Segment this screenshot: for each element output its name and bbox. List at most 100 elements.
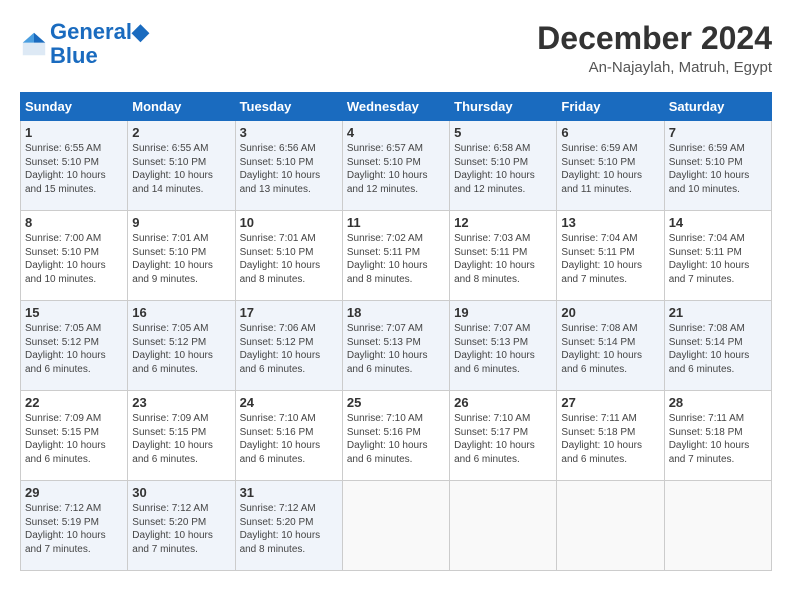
day-info: Sunrise: 7:12 AM Sunset: 5:19 PM Dayligh… (25, 502, 123, 556)
day-number: 10 (240, 215, 338, 230)
calendar-cell: 24 Sunrise: 7:10 AM Sunset: 5:16 PM Dayli… (235, 391, 342, 481)
calendar-cell: 2 Sunrise: 6:55 AM Sunset: 5:10 PM Daylig… (128, 121, 235, 211)
day-info: Sunrise: 6:59 AM Sunset: 5:10 PM Dayligh… (669, 142, 767, 196)
calendar-cell: 21Sunrise: 7:08 AM Sunset: 5:14 PM Dayli… (664, 301, 771, 391)
calendar-cell: 15 Sunrise: 7:05 AM Sunset: 5:12 PM Dayli… (21, 301, 128, 391)
day-info: Sunrise: 7:06 AM Sunset: 5:12 PM Dayligh… (240, 322, 338, 376)
calendar-week-row: 15 Sunrise: 7:05 AM Sunset: 5:12 PM Dayli… (21, 301, 772, 391)
day-info: Sunrise: 6:55 AM Sunset: 5:10 PM Dayligh… (132, 142, 230, 196)
calendar-cell (342, 481, 449, 571)
day-number: 22 (25, 395, 123, 410)
calendar-cell: 5 Sunrise: 6:58 AM Sunset: 5:10 PM Daylig… (450, 121, 557, 211)
calendar-body: 1 Sunrise: 6:55 AM Sunset: 5:10 PM Daylig… (21, 121, 772, 571)
day-info: Sunrise: 7:05 AM Sunset: 5:12 PM Dayligh… (25, 322, 123, 376)
calendar-cell (664, 481, 771, 571)
day-number: 18 (347, 305, 445, 320)
day-info: Sunrise: 7:00 AM Sunset: 5:10 PM Dayligh… (25, 232, 123, 286)
day-info: Sunrise: 7:02 AM Sunset: 5:11 PM Dayligh… (347, 232, 445, 286)
day-info: Sunrise: 7:11 AM Sunset: 5:18 PM Dayligh… (669, 412, 767, 466)
day-info: Sunrise: 7:12 AM Sunset: 5:20 PM Dayligh… (132, 502, 230, 556)
day-number: 31 (240, 485, 338, 500)
day-number: 2 (132, 125, 230, 140)
day-number: 24 (240, 395, 338, 410)
day-number: 5 (454, 125, 552, 140)
calendar-cell: 10 Sunrise: 7:01 AM Sunset: 5:10 PM Dayli… (235, 211, 342, 301)
weekday-header: Wednesday (342, 93, 449, 121)
calendar-cell: 9 Sunrise: 7:01 AM Sunset: 5:10 PM Daylig… (128, 211, 235, 301)
calendar-cell: 8 Sunrise: 7:00 AM Sunset: 5:10 PM Daylig… (21, 211, 128, 301)
day-number: 21 (669, 305, 767, 320)
day-info: Sunrise: 6:58 AM Sunset: 5:10 PM Dayligh… (454, 142, 552, 196)
calendar-cell: 25 Sunrise: 7:10 AM Sunset: 5:16 PM Dayli… (342, 391, 449, 481)
calendar-week-row: 1 Sunrise: 6:55 AM Sunset: 5:10 PM Daylig… (21, 121, 772, 211)
day-number: 13 (561, 215, 659, 230)
calendar-cell: 17 Sunrise: 7:06 AM Sunset: 5:12 PM Dayli… (235, 301, 342, 391)
day-info: Sunrise: 7:07 AM Sunset: 5:13 PM Dayligh… (347, 322, 445, 376)
day-number: 16 (132, 305, 230, 320)
calendar-cell: 13 Sunrise: 7:04 AM Sunset: 5:11 PM Dayli… (557, 211, 664, 301)
day-number: 19 (454, 305, 552, 320)
day-info: Sunrise: 7:04 AM Sunset: 5:11 PM Dayligh… (669, 232, 767, 286)
day-info: Sunrise: 7:11 AM Sunset: 5:18 PM Dayligh… (561, 412, 659, 466)
calendar-cell: 20Sunrise: 7:08 AM Sunset: 5:14 PM Dayli… (557, 301, 664, 391)
day-number: 17 (240, 305, 338, 320)
header-row: SundayMondayTuesdayWednesdayThursdayFrid… (21, 93, 772, 121)
day-info: Sunrise: 7:10 AM Sunset: 5:16 PM Dayligh… (347, 412, 445, 466)
day-number: 1 (25, 125, 123, 140)
calendar-cell: 14 Sunrise: 7:04 AM Sunset: 5:11 PM Dayli… (664, 211, 771, 301)
day-number: 3 (240, 125, 338, 140)
weekday-header: Sunday (21, 93, 128, 121)
calendar-cell: 27 Sunrise: 7:11 AM Sunset: 5:18 PM Dayli… (557, 391, 664, 481)
weekday-header: Tuesday (235, 93, 342, 121)
logo-icon (20, 30, 48, 58)
calendar-cell: 4Sunrise: 6:57 AM Sunset: 5:10 PM Daylig… (342, 121, 449, 211)
day-number: 15 (25, 305, 123, 320)
day-number: 29 (25, 485, 123, 500)
day-number: 14 (669, 215, 767, 230)
day-info: Sunrise: 7:08 AM Sunset: 5:14 PM Dayligh… (561, 322, 659, 376)
day-info: Sunrise: 7:10 AM Sunset: 5:17 PM Dayligh… (454, 412, 552, 466)
day-info: Sunrise: 7:09 AM Sunset: 5:15 PM Dayligh… (132, 412, 230, 466)
month-title: December 2024 (537, 20, 772, 57)
calendar-header: SundayMondayTuesdayWednesdayThursdayFrid… (21, 93, 772, 121)
day-number: 30 (132, 485, 230, 500)
day-number: 27 (561, 395, 659, 410)
day-number: 28 (669, 395, 767, 410)
day-number: 9 (132, 215, 230, 230)
calendar-cell: 6Sunrise: 6:59 AM Sunset: 5:10 PM Daylig… (557, 121, 664, 211)
day-info: Sunrise: 7:03 AM Sunset: 5:11 PM Dayligh… (454, 232, 552, 286)
day-info: Sunrise: 6:57 AM Sunset: 5:10 PM Dayligh… (347, 142, 445, 196)
day-info: Sunrise: 7:01 AM Sunset: 5:10 PM Dayligh… (240, 232, 338, 286)
calendar-cell: 29 Sunrise: 7:12 AM Sunset: 5:19 PM Dayli… (21, 481, 128, 571)
logo-line2: Blue (50, 44, 149, 68)
day-info: Sunrise: 6:59 AM Sunset: 5:10 PM Dayligh… (561, 142, 659, 196)
calendar-cell: 1 Sunrise: 6:55 AM Sunset: 5:10 PM Daylig… (21, 121, 128, 211)
day-number: 25 (347, 395, 445, 410)
calendar-cell: 31Sunrise: 7:12 AM Sunset: 5:20 PM Dayli… (235, 481, 342, 571)
calendar-week-row: 8 Sunrise: 7:00 AM Sunset: 5:10 PM Daylig… (21, 211, 772, 301)
weekday-header: Thursday (450, 93, 557, 121)
day-info: Sunrise: 6:56 AM Sunset: 5:10 PM Dayligh… (240, 142, 338, 196)
day-info: Sunrise: 7:07 AM Sunset: 5:13 PM Dayligh… (454, 322, 552, 376)
day-info: Sunrise: 7:09 AM Sunset: 5:15 PM Dayligh… (25, 412, 123, 466)
calendar-cell: 12 Sunrise: 7:03 AM Sunset: 5:11 PM Dayli… (450, 211, 557, 301)
day-info: Sunrise: 7:05 AM Sunset: 5:12 PM Dayligh… (132, 322, 230, 376)
day-number: 26 (454, 395, 552, 410)
calendar-cell (557, 481, 664, 571)
day-info: Sunrise: 7:10 AM Sunset: 5:16 PM Dayligh… (240, 412, 338, 466)
calendar-week-row: 29 Sunrise: 7:12 AM Sunset: 5:19 PM Dayli… (21, 481, 772, 571)
day-number: 12 (454, 215, 552, 230)
day-number: 8 (25, 215, 123, 230)
day-number: 11 (347, 215, 445, 230)
calendar-cell: 23Sunrise: 7:09 AM Sunset: 5:15 PM Dayli… (128, 391, 235, 481)
weekday-header: Friday (557, 93, 664, 121)
calendar-cell: 28 Sunrise: 7:11 AM Sunset: 5:18 PM Dayli… (664, 391, 771, 481)
calendar-cell: 16 Sunrise: 7:05 AM Sunset: 5:12 PM Dayli… (128, 301, 235, 391)
weekday-header: Monday (128, 93, 235, 121)
calendar-cell (450, 481, 557, 571)
day-info: Sunrise: 7:04 AM Sunset: 5:11 PM Dayligh… (561, 232, 659, 286)
calendar-cell: 11 Sunrise: 7:02 AM Sunset: 5:11 PM Dayli… (342, 211, 449, 301)
day-info: Sunrise: 7:01 AM Sunset: 5:10 PM Dayligh… (132, 232, 230, 286)
day-info: Sunrise: 6:55 AM Sunset: 5:10 PM Dayligh… (25, 142, 123, 196)
location: An-Najaylah, Matruh, Egypt (537, 59, 772, 76)
